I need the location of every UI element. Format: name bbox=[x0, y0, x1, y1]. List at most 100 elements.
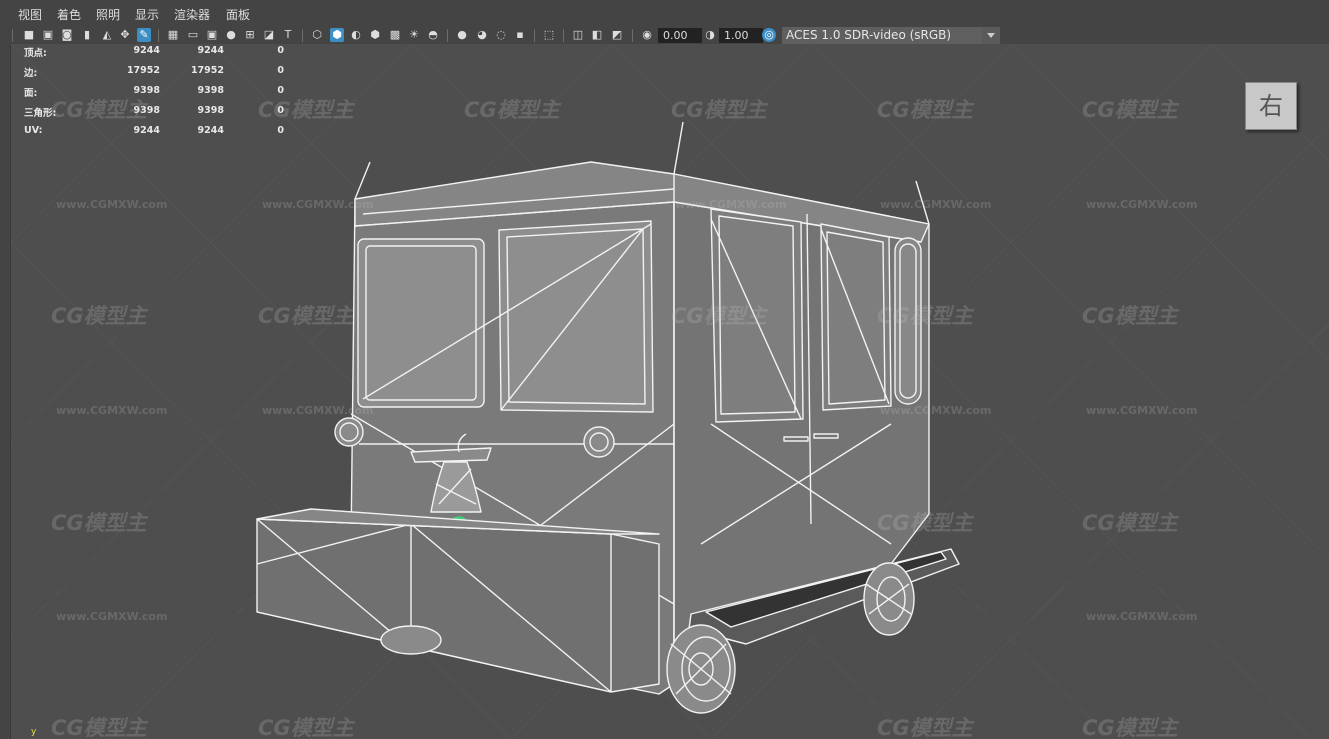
color-management-icon[interactable]: ◎ bbox=[762, 28, 776, 42]
hud-value: 17952 bbox=[126, 65, 160, 76]
hud-label: UV: bbox=[24, 125, 43, 136]
field-chart-icon[interactable]: ⊞ bbox=[243, 28, 257, 42]
hud-value: 9398 bbox=[197, 85, 224, 96]
watermark-logo: CG模型主 bbox=[1082, 716, 1178, 739]
hud-row-faces: 面: 9398 9398 0 bbox=[24, 85, 284, 105]
hud-label: 顶点: bbox=[24, 48, 47, 59]
watermark-logo: CG模型主 bbox=[671, 98, 767, 122]
gate-mask-icon[interactable]: ● bbox=[224, 28, 238, 42]
menu-lighting[interactable]: 照明 bbox=[96, 6, 120, 23]
menu-renderer[interactable]: 渲染器 bbox=[174, 6, 210, 23]
image-plane-icon[interactable]: ◭ bbox=[100, 28, 114, 42]
menu-view[interactable]: 视图 bbox=[18, 6, 42, 23]
textured-icon[interactable]: ⬢ bbox=[368, 28, 382, 42]
resolution-gate-icon[interactable]: ▣ bbox=[205, 28, 219, 42]
camera-lock-icon[interactable]: ▣ bbox=[41, 28, 55, 42]
use-lights-icon[interactable]: ▩ bbox=[388, 28, 402, 42]
xray-joints-icon[interactable]: ◧ bbox=[590, 28, 604, 42]
anti-aliasing-icon[interactable]: ◌ bbox=[494, 28, 508, 42]
depth-of-field-icon[interactable]: ▪ bbox=[513, 28, 527, 42]
bookmark-icon[interactable]: ▮ bbox=[80, 28, 94, 42]
menu-panels[interactable]: 面板 bbox=[226, 6, 250, 23]
watermark-url: www.CGMXW.com bbox=[880, 404, 992, 417]
xray-icon[interactable]: ◫ bbox=[571, 28, 585, 42]
hud-row-uv: UV: 9244 9244 0 bbox=[24, 125, 284, 145]
exposure-icon[interactable]: ◉ bbox=[640, 28, 654, 42]
grease-pencil-icon[interactable]: ✎ bbox=[137, 28, 151, 42]
toolbar-separator bbox=[302, 29, 303, 42]
hud-value: 9398 bbox=[133, 105, 160, 116]
watermark-logo: CG模型主 bbox=[464, 98, 560, 122]
watermark-url: www.CGMXW.com bbox=[262, 404, 374, 417]
toolbar-separator bbox=[563, 29, 564, 42]
exposure-field[interactable]: 0.00 bbox=[658, 28, 702, 43]
watermark-url: www.CGMXW.com bbox=[880, 198, 992, 211]
isolate-select-icon[interactable]: ⬚ bbox=[542, 28, 556, 42]
watermark-logo: CG模型主 bbox=[671, 304, 767, 328]
hud-label: 面: bbox=[24, 88, 38, 99]
toolbar-separator bbox=[632, 29, 633, 42]
van-wireframe-model[interactable] bbox=[11, 44, 1329, 739]
film-gate-icon[interactable]: ▭ bbox=[186, 28, 200, 42]
poly-count-hud: 顶点: 9244 9244 0 边: 17952 17952 0 面: 9398… bbox=[24, 45, 284, 145]
watermark-url: www.CGMXW.com bbox=[1086, 610, 1198, 623]
hud-label: 三角形: bbox=[24, 108, 57, 119]
watermark-url: www.CGMXW.com bbox=[1086, 198, 1198, 211]
hud-value: 9398 bbox=[197, 105, 224, 116]
two-d-pan-icon[interactable]: ✥ bbox=[118, 28, 132, 42]
watermark-url: www.CGMXW.com bbox=[675, 198, 787, 211]
watermark-logo: CG模型主 bbox=[1082, 511, 1178, 535]
viewport-toolbar: ■ ▣ ◙ ▮ ◭ ✥ ✎ ▦ ▭ ▣ ● ⊞ ◪ T ⬡ ⬢ ◐ ⬢ ▩ ☀ … bbox=[0, 26, 1329, 46]
hud-value: 17952 bbox=[190, 65, 224, 76]
camera-select-icon[interactable]: ■ bbox=[22, 28, 36, 42]
toolbar-separator bbox=[534, 29, 535, 42]
safe-action-icon[interactable]: ◪ bbox=[262, 28, 276, 42]
hud-value: 0 bbox=[277, 45, 284, 56]
wireframe-icon[interactable]: ⬡ bbox=[310, 28, 324, 42]
hud-row-triangles: 三角形: 9398 9398 0 bbox=[24, 105, 284, 125]
axis-indicator: y bbox=[31, 727, 37, 737]
motion-blur-icon[interactable]: ◕ bbox=[475, 28, 489, 42]
view-cube[interactable]: 右 bbox=[1245, 82, 1297, 130]
hud-value: 9244 bbox=[197, 125, 224, 136]
watermark-logo: CG模型主 bbox=[877, 98, 973, 122]
color-space-dropdown[interactable]: ACES 1.0 SDR-video (sRGB) bbox=[782, 27, 1000, 44]
hud-value: 9244 bbox=[133, 45, 160, 56]
menu-shading[interactable]: 着色 bbox=[57, 6, 81, 23]
watermark-url: www.CGMXW.com bbox=[1086, 404, 1198, 417]
hud-value: 9244 bbox=[133, 125, 160, 136]
watermark-logo: CG模型主 bbox=[1082, 304, 1178, 328]
gamma-icon[interactable]: ◑ bbox=[703, 28, 717, 42]
toolbar-separator bbox=[158, 29, 159, 42]
watermark-url: www.CGMXW.com bbox=[56, 404, 168, 417]
hud-value: 0 bbox=[277, 65, 284, 76]
hud-value: 9244 bbox=[197, 45, 224, 56]
camera-attributes-icon[interactable]: ◙ bbox=[60, 28, 74, 42]
gamma-field[interactable]: 1.00 bbox=[719, 28, 763, 43]
hud-row-edges: 边: 17952 17952 0 bbox=[24, 65, 284, 85]
xray-components-icon[interactable]: ◩ bbox=[610, 28, 624, 42]
menu-show[interactable]: 显示 bbox=[135, 6, 159, 23]
menu-bar: 视图 着色 照明 显示 渲染器 面板 bbox=[0, 0, 1329, 26]
watermark-logo: CG模型主 bbox=[258, 716, 354, 739]
watermark-logo: CG模型主 bbox=[258, 304, 354, 328]
watermark-logo: CG模型主 bbox=[51, 716, 147, 739]
toolbar-separator bbox=[12, 29, 13, 42]
grid-icon[interactable]: ▦ bbox=[166, 28, 180, 42]
watermark-logo: CG模型主 bbox=[877, 716, 973, 739]
smooth-shade-icon[interactable]: ⬢ bbox=[330, 28, 344, 42]
hud-label: 边: bbox=[24, 68, 38, 79]
3d-viewport[interactable]: CG模型主 CG模型主 CG模型主 CG模型主 CG模型主 CG模型主 www.… bbox=[10, 44, 1329, 739]
screen-space-ao-icon[interactable]: ● bbox=[455, 28, 469, 42]
chevron-down-icon[interactable] bbox=[982, 27, 1000, 44]
light-bulb-icon[interactable]: ☀ bbox=[407, 28, 421, 42]
watermark-logo: CG模型主 bbox=[877, 304, 973, 328]
hud-value: 9398 bbox=[133, 85, 160, 96]
watermark-url: www.CGMXW.com bbox=[56, 198, 168, 211]
safe-title-icon[interactable]: T bbox=[281, 28, 295, 42]
hud-row-vertices: 顶点: 9244 9244 0 bbox=[24, 45, 284, 65]
watermark-logo: CG模型主 bbox=[51, 304, 147, 328]
toolbar-separator bbox=[447, 29, 448, 42]
shadows-icon[interactable]: ◓ bbox=[426, 28, 440, 42]
default-material-icon[interactable]: ◐ bbox=[349, 28, 363, 42]
